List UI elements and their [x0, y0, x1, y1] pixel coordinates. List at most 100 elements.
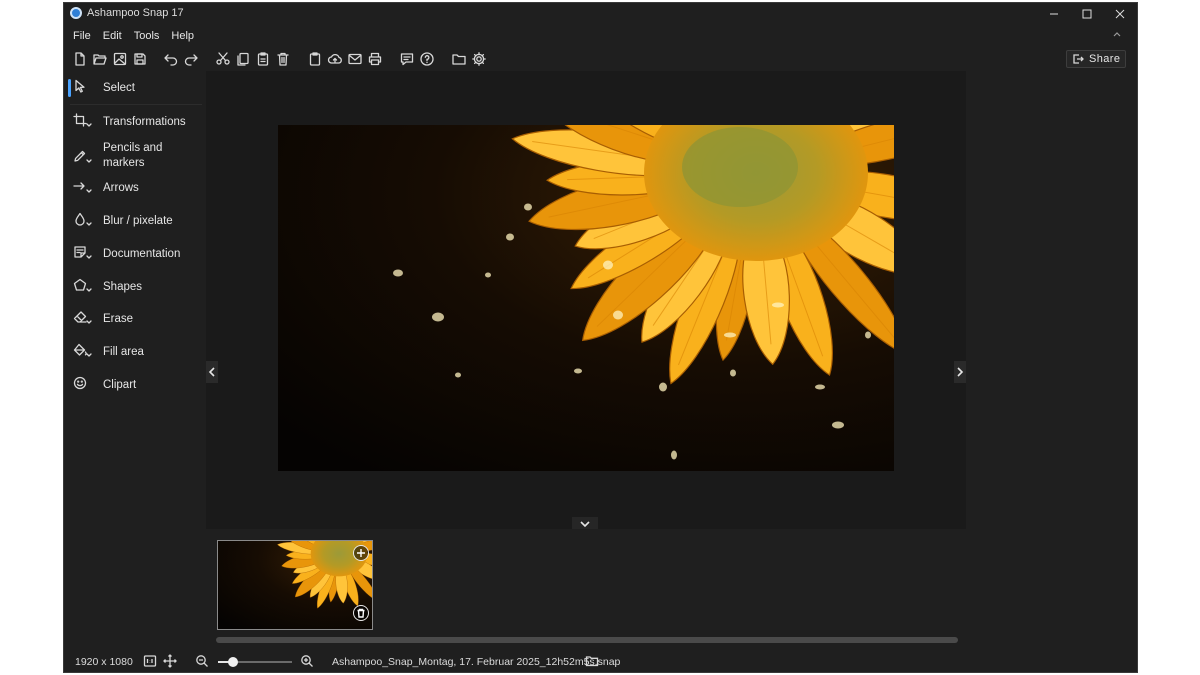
app-window: Ashampoo Snap 17 File Edit Tools Help Sh…: [63, 2, 1138, 673]
water-drop: [613, 310, 623, 320]
tool-label: Select: [103, 82, 135, 94]
tool-pencils-markers[interactable]: Pencils and markers: [64, 141, 206, 171]
undo-icon[interactable]: [163, 51, 179, 67]
filmstrip: [206, 529, 966, 647]
tool-select[interactable]: Select: [64, 79, 206, 97]
water-drop: [485, 272, 491, 278]
tool-fill-area[interactable]: Fill area: [64, 343, 206, 361]
tool-shapes[interactable]: Shapes: [64, 278, 206, 296]
share-button[interactable]: Share: [1066, 50, 1126, 68]
add-button[interactable]: [353, 545, 369, 561]
help-icon[interactable]: [419, 51, 435, 67]
share-label: Share: [1089, 53, 1121, 65]
chevron-right-icon: [957, 367, 964, 377]
save-icon[interactable]: [132, 51, 148, 67]
blur-icon: [73, 212, 92, 230]
title-bar: Ashampoo Snap 17: [64, 3, 1137, 25]
water-drop: [432, 312, 444, 322]
clipboard-icon[interactable]: [307, 51, 323, 67]
cursor-icon: [73, 79, 91, 97]
fit-to-window-icon[interactable]: [163, 654, 177, 668]
tool-label: Fill area: [103, 346, 144, 358]
delete-thumbnail-button[interactable]: [353, 605, 369, 621]
minimize-icon: [1050, 13, 1058, 15]
window-title: Ashampoo Snap 17: [87, 7, 184, 19]
pencil-icon: [73, 149, 92, 167]
close-button[interactable]: [1103, 3, 1137, 25]
tool-transformations[interactable]: Transformations: [64, 113, 206, 131]
tool-clipart[interactable]: Clipart: [64, 376, 206, 394]
app-logo-icon: [70, 7, 82, 19]
file-name: Ashampoo_Snap_Montag, 17. Februar 2025_1…: [332, 656, 621, 668]
right-panel: [966, 71, 1137, 651]
thumbnail[interactable]: [217, 540, 373, 630]
divider: [70, 104, 202, 105]
upload-cloud-icon[interactable]: [327, 51, 343, 67]
paste-icon[interactable]: [255, 51, 271, 67]
filmstrip-scrollbar[interactable]: [216, 637, 958, 643]
open-folder-icon[interactable]: [92, 51, 108, 67]
tool-label: Arrows: [103, 182, 139, 194]
copy-icon[interactable]: [235, 51, 251, 67]
minimize-button[interactable]: [1037, 3, 1071, 25]
folder-icon[interactable]: [451, 51, 467, 67]
zoom-slider-knob[interactable]: [227, 657, 238, 667]
open-image-icon[interactable]: [112, 51, 128, 67]
water-drop: [772, 302, 784, 308]
menu-bar: File Edit Tools Help: [64, 26, 1137, 46]
tool-label: Blur / pixelate: [103, 215, 173, 227]
image-dimensions: 1920 x 1080: [75, 656, 133, 668]
crop-icon: [73, 113, 92, 131]
eraser-icon: [73, 310, 92, 328]
shapes-icon: [73, 278, 92, 296]
email-icon[interactable]: [347, 51, 363, 67]
actual-size-icon[interactable]: [143, 654, 157, 668]
image-canvas[interactable]: [206, 71, 966, 531]
print-icon[interactable]: [367, 51, 383, 67]
maximize-button[interactable]: [1070, 3, 1104, 25]
tool-blur-pixelate[interactable]: Blur / pixelate: [64, 212, 206, 230]
tool-label: Shapes: [103, 281, 143, 293]
water-drop: [455, 372, 461, 378]
status-bar: 1920 x 1080 Ashampoo_Snap_Montag, 17. Fe…: [64, 651, 1137, 672]
share-icon: [1073, 54, 1084, 64]
cut-icon[interactable]: [215, 51, 231, 67]
water-drop: [671, 450, 677, 460]
tool-label: Documentation: [103, 248, 181, 260]
open-file-location-icon[interactable]: [585, 654, 599, 668]
water-drop: [524, 203, 532, 211]
tool-label: Transformations: [103, 116, 186, 128]
chevron-up-icon[interactable]: [1111, 29, 1123, 41]
chevron-left-icon: [208, 367, 215, 377]
water-drop: [832, 421, 844, 429]
menu-file[interactable]: File: [73, 26, 97, 46]
documentation-icon: [73, 245, 92, 263]
menu-help[interactable]: Help: [171, 26, 200, 46]
zoom-in-icon[interactable]: [300, 654, 314, 668]
water-drop: [815, 384, 825, 390]
tool-label: Erase: [103, 313, 134, 325]
water-drop: [724, 332, 736, 338]
tools-panel: Select Transformations Pencils and marke…: [64, 71, 206, 651]
smiley-icon: [73, 376, 91, 394]
tool-erase[interactable]: Erase: [64, 310, 206, 328]
tool-label: Clipart: [103, 379, 137, 391]
feedback-icon[interactable]: [399, 51, 415, 67]
next-image-button[interactable]: [954, 361, 966, 383]
menu-edit[interactable]: Edit: [103, 26, 128, 46]
menu-tools[interactable]: Tools: [134, 26, 166, 46]
settings-icon[interactable]: [471, 51, 487, 67]
zoom-out-icon[interactable]: [195, 654, 209, 668]
trash-icon: [357, 608, 365, 618]
redo-icon[interactable]: [183, 51, 199, 67]
delete-icon[interactable]: [275, 51, 291, 67]
flower-image[interactable]: [278, 125, 894, 471]
tool-documentation[interactable]: Documentation: [64, 245, 206, 263]
water-drop: [393, 269, 403, 277]
new-file-icon[interactable]: [72, 51, 88, 67]
previous-image-button[interactable]: [206, 361, 218, 383]
tool-arrows[interactable]: Arrows: [64, 179, 206, 197]
zoom-slider[interactable]: [218, 657, 292, 667]
tool-label: Pencils and markers: [103, 142, 163, 169]
water-drop: [574, 368, 582, 374]
